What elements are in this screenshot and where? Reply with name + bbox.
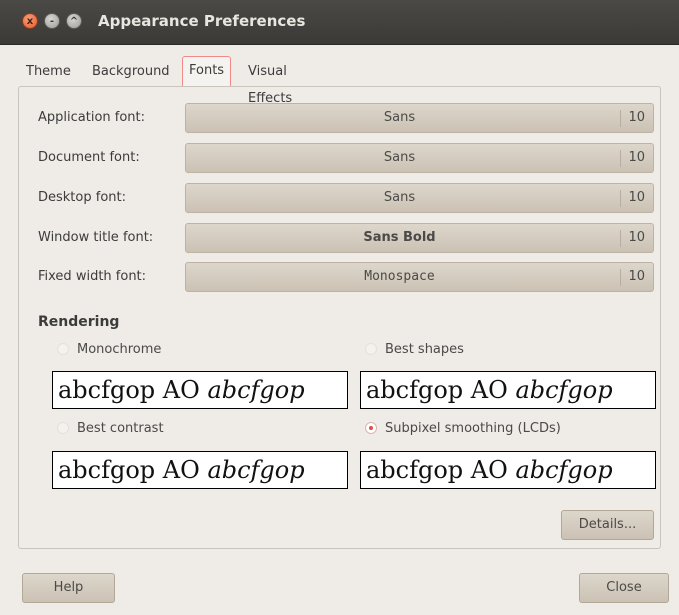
- monochrome-sample[interactable]: abcfgop AO abcfgop: [52, 371, 348, 409]
- radio-label: Best contrast: [77, 421, 164, 436]
- window-title-font-label: Window title font:: [38, 230, 154, 245]
- font-size: 10: [628, 190, 645, 205]
- best-contrast-sample[interactable]: abcfgop AO abcfgop: [52, 451, 348, 489]
- radio-indicator[interactable]: [57, 422, 69, 434]
- application-font-button[interactable]: Sans 10: [185, 103, 654, 133]
- sample-italic-text: abcfgop: [207, 456, 305, 484]
- details-button[interactable]: Details...: [561, 510, 654, 540]
- font-name: Sans Bold: [363, 230, 436, 245]
- desktop-font-label: Desktop font:: [38, 190, 126, 205]
- font-name: Monospace: [364, 269, 435, 284]
- tab-theme[interactable]: Theme: [20, 58, 77, 85]
- sample-regular-text: abcfgop AO: [58, 376, 208, 404]
- desktop-font-button[interactable]: Sans 10: [185, 183, 654, 213]
- divider: [620, 110, 621, 127]
- radio-indicator[interactable]: [365, 343, 377, 355]
- sample-italic-text: abcfgop: [515, 376, 613, 404]
- application-font-label: Application font:: [38, 110, 146, 125]
- window-title-font-button[interactable]: Sans Bold 10: [185, 223, 654, 253]
- font-size: 10: [628, 150, 645, 165]
- tab-fonts[interactable]: Fonts: [182, 56, 232, 86]
- title-bar: x - ^ Appearance Preferences: [0, 0, 679, 45]
- radio-label: Best shapes: [385, 342, 464, 357]
- radio-label: Monochrome: [77, 342, 162, 357]
- sample-regular-text: abcfgop AO: [366, 376, 516, 404]
- close-window-icon[interactable]: x: [22, 13, 38, 29]
- sample-regular-text: abcfgop AO: [58, 456, 208, 484]
- radio-label: Subpixel smoothing (LCDs): [385, 421, 561, 436]
- font-size: 10: [628, 230, 645, 245]
- font-name: Sans: [383, 110, 416, 125]
- subpixel-smoothing-sample[interactable]: abcfgop AO abcfgop: [360, 451, 656, 489]
- best-shapes-sample[interactable]: abcfgop AO abcfgop: [360, 371, 656, 409]
- divider: [620, 269, 621, 286]
- font-size: 10: [628, 110, 645, 125]
- divider: [620, 190, 621, 207]
- help-button[interactable]: Help: [22, 573, 115, 603]
- fixed-width-font-label: Fixed width font:: [38, 269, 147, 284]
- document-font-button[interactable]: Sans 10: [185, 143, 654, 173]
- radio-indicator[interactable]: [365, 422, 377, 434]
- maximize-window-icon[interactable]: ^: [66, 13, 82, 29]
- font-name: Sans: [383, 190, 416, 205]
- sample-italic-text: abcfgop: [207, 376, 305, 404]
- tab-background[interactable]: Background: [86, 58, 176, 85]
- tab-visual-effects[interactable]: Visual Effects: [242, 58, 298, 106]
- sample-italic-text: abcfgop: [515, 456, 613, 484]
- minimize-window-icon[interactable]: -: [44, 13, 60, 29]
- divider: [620, 230, 621, 247]
- window-title: Appearance Preferences: [98, 12, 306, 30]
- rendering-heading: Rendering: [38, 314, 120, 330]
- sample-regular-text: abcfgop AO: [366, 456, 516, 484]
- document-font-label: Document font:: [38, 150, 140, 165]
- font-size: 10: [628, 269, 645, 284]
- fixed-width-font-button[interactable]: Monospace 10: [185, 262, 654, 292]
- divider: [620, 150, 621, 167]
- radio-indicator[interactable]: [57, 343, 69, 355]
- close-button[interactable]: Close: [579, 573, 669, 603]
- font-name: Sans: [383, 150, 416, 165]
